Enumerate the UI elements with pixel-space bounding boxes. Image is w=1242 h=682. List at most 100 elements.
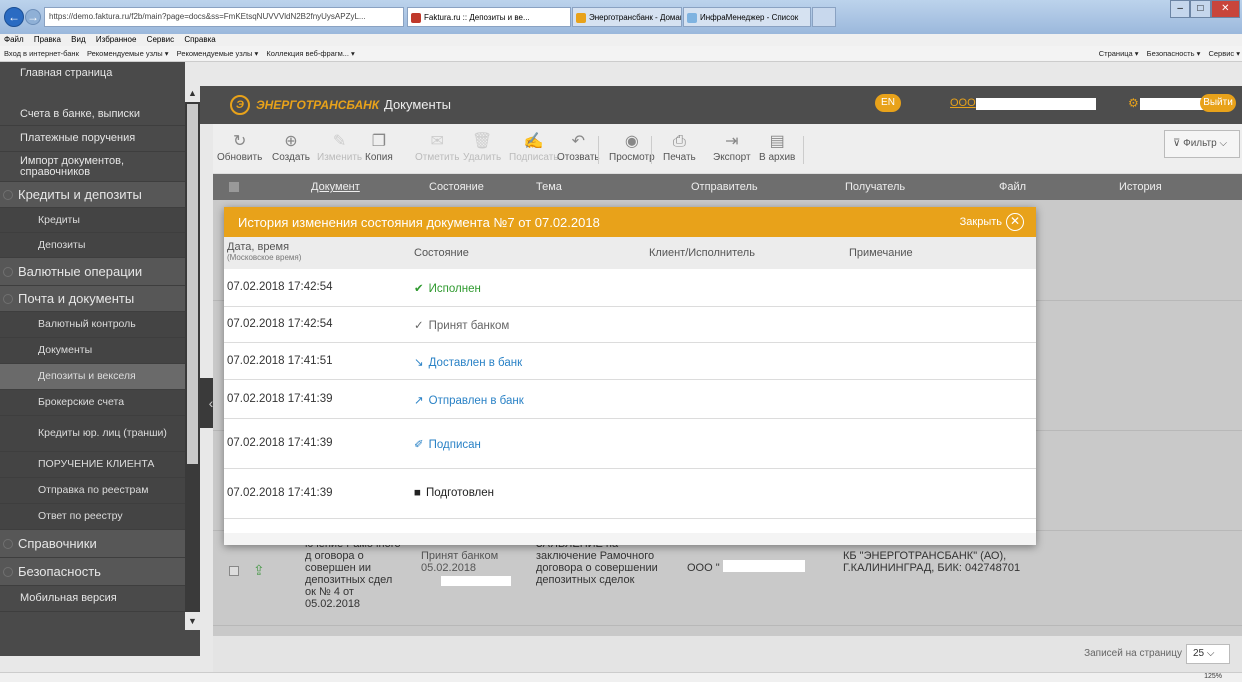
maximize-icon[interactable]: □	[1190, 0, 1211, 18]
sidebar-item-label: ПОРУЧЕНИЕ КЛИЕНТА	[38, 458, 155, 470]
toolbar-icon: ❐	[371, 133, 387, 150]
sidebar-item[interactable]: Мобильная версия	[0, 586, 185, 612]
scroll-up-icon[interactable]: ▲	[185, 84, 200, 102]
history-datetime: 07.02.2018 17:42:54	[227, 281, 333, 293]
fav-item[interactable]: Рекомендуемые узлы ▾	[177, 49, 259, 58]
browser-tab-energotransbank[interactable]: Энерготрансбанк - Домашняя	[572, 7, 682, 27]
dialog-scrollbar[interactable]	[224, 533, 1036, 545]
language-toggle[interactable]: EN	[875, 94, 901, 112]
toolbar-label: Изменить	[317, 152, 363, 163]
browser-tab-faktura[interactable]: Faktura.ru :: Депозиты и ве...	[407, 7, 571, 27]
toolbar-button[interactable]: ✍ Подписать	[509, 132, 559, 163]
sidebar-scrollbar[interactable]: ▲ ▼	[185, 84, 200, 630]
column-header[interactable]: Отправитель	[691, 181, 758, 193]
page-menu[interactable]: Страница ▾	[1099, 49, 1139, 58]
select-all-checkbox[interactable]	[229, 182, 239, 192]
dialog-close-button[interactable]: Закрыть ✕	[960, 213, 1024, 231]
expand-icon	[3, 566, 13, 577]
scroll-thumb[interactable]	[187, 104, 198, 464]
organization-link[interactable]: ООО	[950, 97, 976, 109]
toolbar-button[interactable]: ↶ Отозвать	[557, 132, 600, 163]
scroll-down-icon[interactable]: ▼	[185, 612, 200, 630]
new-tab-button[interactable]	[812, 7, 836, 27]
bank-logo[interactable]: Э ЭНЕРГОТРАНСБАНК	[230, 95, 379, 115]
sidebar-item[interactable]: Безопасность	[0, 558, 185, 586]
column-header[interactable]: Состояние	[429, 181, 484, 193]
table-cell-document[interactable]: ючение Рамочного д оговора о совершен ии…	[305, 538, 401, 610]
toolbar-button[interactable]: ▤ В архив	[759, 132, 795, 163]
toolbar-button[interactable]: ✎ Изменить	[317, 132, 362, 163]
menu-favorites[interactable]: Избранное	[96, 35, 137, 44]
tools-menu[interactable]: Сервис ▾	[1208, 49, 1240, 58]
toolbar-button[interactable]: 🗑 Удалить	[463, 132, 501, 163]
sidebar-item[interactable]: Документы	[0, 338, 185, 364]
menu-view[interactable]: Вид	[71, 35, 85, 44]
toolbar-button[interactable]: ↻ Обновить	[217, 132, 262, 163]
forward-button[interactable]: →	[25, 9, 41, 25]
sidebar-item[interactable]: Почта и документы	[0, 286, 185, 312]
sidebar-item-label: Импорт документов, справочников	[20, 154, 125, 178]
column-header[interactable]: Получатель	[845, 181, 905, 193]
toolbar-button[interactable]: ◉ Просмотр	[609, 132, 655, 163]
fav-item[interactable]: Вход в интернет-банк	[4, 49, 79, 58]
sidebar-item[interactable]: Справочники	[0, 530, 185, 558]
sidebar-item[interactable]: Импорт документов, справочников	[0, 152, 185, 182]
history-state: ✔ Исполнен	[414, 281, 481, 295]
menu-file[interactable]: Файл	[4, 35, 24, 44]
history-state: ✐ Подписан	[414, 437, 481, 451]
table-cell-status: Принят банком 05.02.2018	[421, 550, 499, 574]
toolbar-button[interactable]: ✉ Отметить	[415, 132, 459, 163]
column-header[interactable]: История	[1119, 181, 1162, 193]
toolbar-label: Копия	[365, 152, 393, 163]
address-bar[interactable]: https://demo.faktura.ru/f2b/main?page=do…	[44, 7, 404, 27]
sidebar-item[interactable]: Платежные поручения	[0, 126, 185, 152]
toolbar-button[interactable]: ⎙ Печать	[663, 132, 696, 163]
toolbar-button[interactable]: ⊕ Создать	[272, 132, 310, 163]
logout-button[interactable]: Выйти	[1200, 94, 1236, 112]
menu-edit[interactable]: Правка	[34, 35, 61, 44]
back-button[interactable]: ←	[4, 7, 24, 27]
sidebar-item[interactable]: Ответ по реестру	[0, 504, 185, 530]
filter-button[interactable]: ⊽ Фильтр ⌵	[1164, 130, 1240, 158]
fav-item[interactable]: Рекомендуемые узлы ▾	[87, 49, 169, 58]
browser-titlebar: ← → https://demo.faktura.ru/f2b/main?pag…	[0, 0, 1242, 34]
browser-statusbar: 125%	[0, 672, 1242, 682]
column-header[interactable]: Тема	[536, 181, 562, 193]
redacted-status	[441, 576, 511, 586]
sidebar-item[interactable]: Кредиты юр. лиц (транши)	[0, 416, 185, 452]
dialog-header: История изменения состояния документа №7…	[224, 207, 1036, 237]
sidebar-item[interactable]: Депозиты и векселя	[0, 364, 185, 390]
sidebar-item[interactable]: Кредиты	[0, 208, 185, 233]
app-header: Э ЭНЕРГОТРАНСБАНК Документы EN ООО ⚙ Выйт…	[200, 86, 1242, 124]
safety-menu[interactable]: Безопасность ▾	[1147, 49, 1201, 58]
sidebar-item-label: Депозиты и векселя	[38, 370, 136, 382]
state-label: Исполнен	[428, 283, 481, 295]
history-datetime: 07.02.2018 17:41:39	[227, 487, 333, 499]
table-cell-recipient: КБ "ЭНЕРГОТРАНСБАНК" (АО), Г.КАЛИНИНГРАД…	[843, 550, 1021, 574]
close-icon[interactable]: ✕	[1210, 0, 1240, 18]
fav-item[interactable]: Коллекция веб-фрагм... ▾	[266, 49, 355, 58]
sidebar-item-home[interactable]: Главная страница	[0, 62, 185, 84]
minimize-icon[interactable]: –	[1170, 0, 1191, 18]
sidebar-item[interactable]: Отправка по реестрам	[0, 478, 185, 504]
browser-tab-inframanager[interactable]: ИнфраМенеджер - Список	[683, 7, 811, 27]
bank-icon	[576, 13, 586, 23]
sidebar-item[interactable]: Брокерские счета	[0, 390, 185, 416]
menu-tools[interactable]: Сервис	[147, 35, 174, 44]
column-header[interactable]: Файл	[999, 181, 1026, 193]
toolbar-button[interactable]: ❐ Копия	[365, 132, 393, 163]
toolbar-button[interactable]: ⇥ Экспорт	[713, 132, 751, 163]
zoom-level[interactable]: 125%	[1204, 673, 1222, 680]
sidebar-item[interactable]: ПОРУЧЕНИЕ КЛИЕНТА	[0, 452, 185, 478]
sidebar-item[interactable]: Валютный контроль	[0, 312, 185, 338]
page-size-select[interactable]: 25 ⌵	[1186, 644, 1230, 664]
sidebar-item[interactable]: Депозиты	[0, 233, 185, 258]
sidebar-item[interactable]: Счета в банке, выписки	[0, 104, 185, 126]
sidebar-item-label: Кредиты юр. лиц (транши)	[38, 427, 167, 439]
menu-help[interactable]: Справка	[184, 35, 215, 44]
column-header[interactable]: Документ	[311, 181, 360, 193]
sidebar-item[interactable]: Кредиты и депозиты	[0, 182, 185, 208]
sidebar-item[interactable]: Валютные операции	[0, 258, 185, 286]
toolbar-icon: ▤	[769, 133, 785, 150]
row-checkbox[interactable]	[229, 566, 239, 576]
